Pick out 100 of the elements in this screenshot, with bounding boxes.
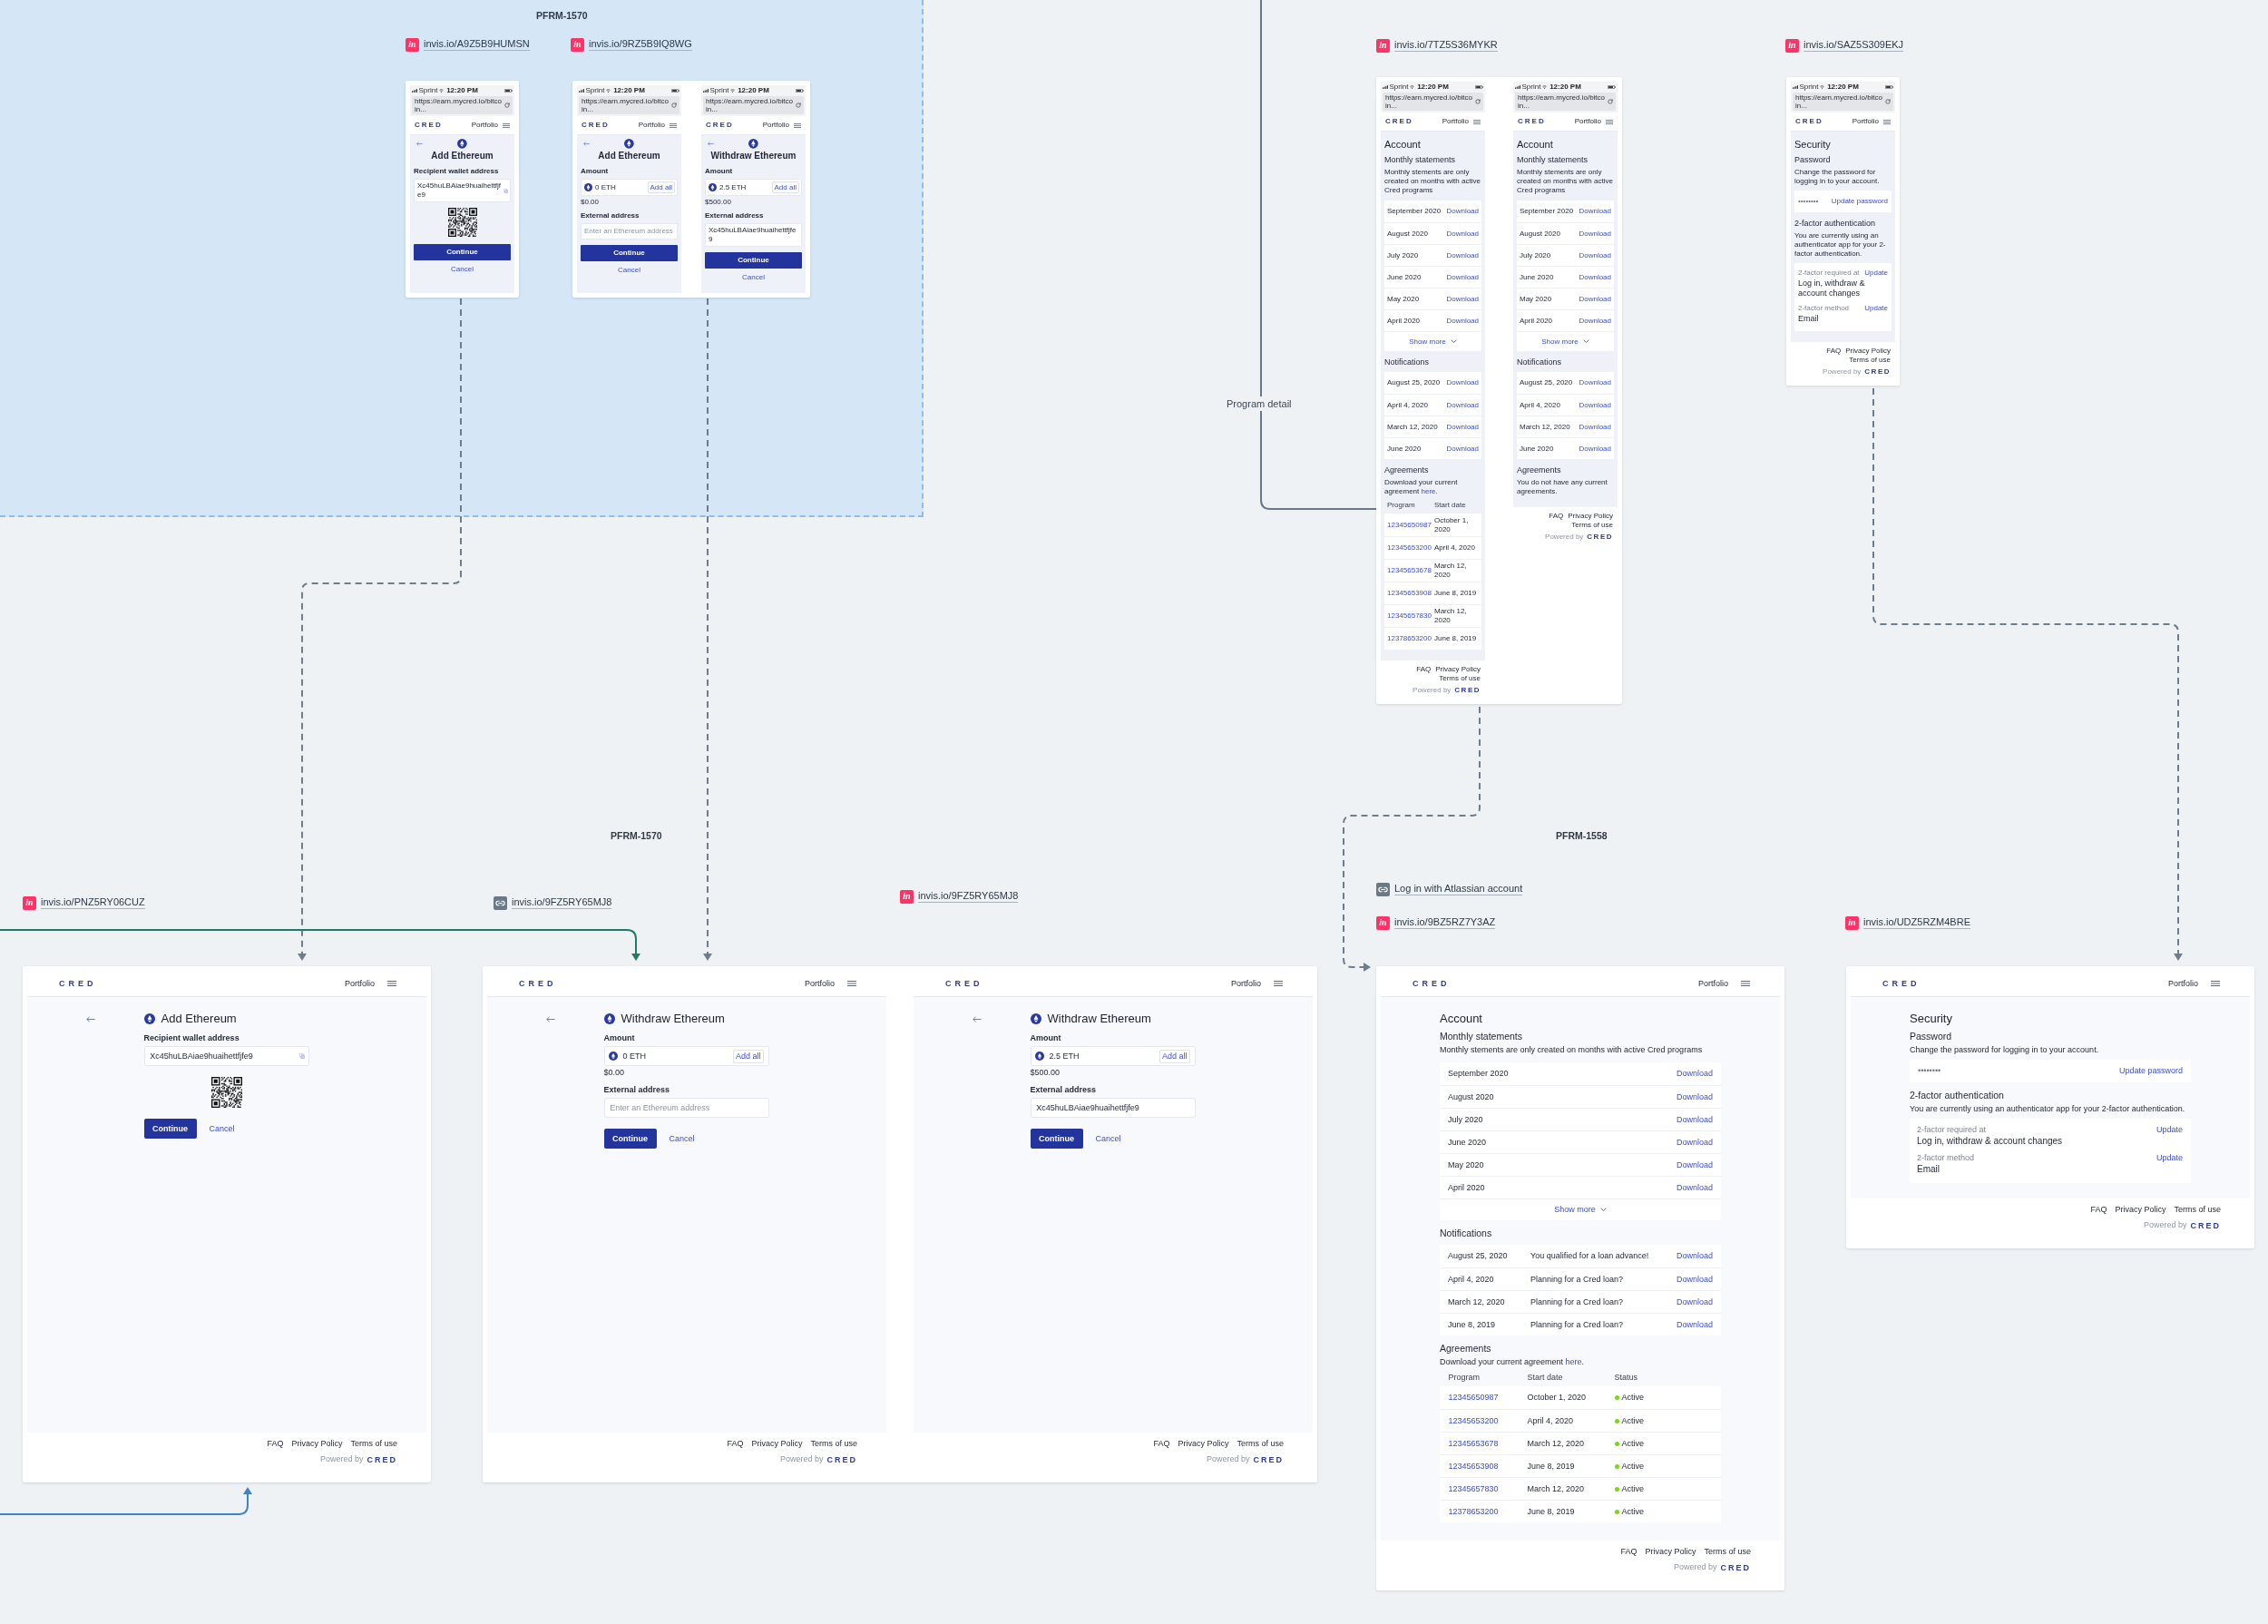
amount-field[interactable]: 2.5 ETH Add all: [1030, 1046, 1196, 1066]
prototype-link[interactable]: invis.io/9RZ5B9IQ8WG: [589, 38, 692, 51]
footer-link[interactable]: Privacy Policy: [1178, 1439, 1229, 1449]
back-arrow-icon[interactable]: [86, 1015, 95, 1022]
download-link[interactable]: Download: [1446, 378, 1479, 387]
prototype-link[interactable]: invis.io/9FZ5RY65MJ8: [512, 896, 612, 909]
continue-button[interactable]: Continue: [581, 245, 678, 261]
nav-link[interactable]: Portfolio: [471, 121, 498, 130]
footer-link[interactable]: FAQ: [267, 1439, 284, 1449]
nav-link[interactable]: Portfolio: [1574, 117, 1601, 126]
reload-icon[interactable]: [671, 103, 677, 108]
agreement-link[interactable]: here: [1565, 1357, 1582, 1366]
menu-icon[interactable]: [670, 122, 677, 128]
download-link[interactable]: Download: [1579, 422, 1611, 432]
program-link[interactable]: 12345653908: [1448, 1461, 1528, 1472]
menu-icon[interactable]: [1741, 981, 1750, 986]
address-field[interactable]: Xc45huLBAiae9huaihettfjfe9: [705, 223, 802, 247]
footer-link[interactable]: FAQ: [2090, 1205, 2107, 1215]
address-field[interactable]: Xc45huLBAiae9huaihettfjfe9: [143, 1046, 309, 1066]
continue-button[interactable]: Continue: [414, 244, 511, 260]
prototype-link[interactable]: invis.io/UDZ5RZM4BRE: [1863, 916, 1970, 929]
download-link[interactable]: Download: [1676, 1274, 1713, 1285]
cancel-link[interactable]: Cancel: [451, 265, 474, 274]
address-bar[interactable]: https://earn.mycred.io/bitcoin...: [703, 96, 804, 114]
prototype-link[interactable]: invis.io/9BZ5RZ7Y3AZ: [1394, 916, 1496, 929]
continue-button[interactable]: Continue: [143, 1119, 197, 1139]
address-field[interactable]: Xc45huLBAiae9huaihettfjfe9: [1030, 1098, 1196, 1118]
nav-link[interactable]: Portfolio: [1852, 117, 1879, 126]
footer-link[interactable]: Privacy Policy: [1845, 347, 1891, 356]
address-bar[interactable]: https://earn.mycred.io/bitcoin...: [1793, 93, 1893, 111]
show-more-button[interactable]: Show more: [1554, 1205, 1607, 1215]
download-link[interactable]: Download: [1676, 1251, 1713, 1261]
nav-link[interactable]: Portfolio: [1442, 117, 1469, 126]
download-link[interactable]: Download: [1676, 1137, 1713, 1148]
footer-link[interactable]: Terms of use: [1237, 1439, 1284, 1449]
menu-icon[interactable]: [503, 122, 510, 128]
reload-icon[interactable]: [1475, 99, 1481, 104]
footer-link[interactable]: Privacy Policy: [751, 1439, 803, 1449]
download-link[interactable]: Download: [1676, 1296, 1713, 1307]
address-bar[interactable]: https://earn.mycred.io/bitcoin...: [1383, 93, 1483, 111]
program-link[interactable]: 12345657830: [1448, 1483, 1528, 1494]
cancel-link[interactable]: Cancel: [618, 266, 640, 275]
cancel-link[interactable]: Cancel: [1095, 1133, 1121, 1144]
prototype-link[interactable]: invis.io/9FZ5RY65MJ8: [918, 890, 1019, 903]
address-bar[interactable]: https://earn.mycred.io/bitcoin...: [1515, 93, 1616, 111]
program-link[interactable]: 12345653200: [1387, 543, 1434, 553]
download-link[interactable]: Download: [1446, 294, 1479, 304]
back-arrow-icon[interactable]: [416, 142, 423, 146]
download-link[interactable]: Download: [1446, 229, 1479, 239]
footer-link[interactable]: Privacy Policy: [1645, 1547, 1696, 1557]
footer-link[interactable]: Terms of use: [1849, 356, 1891, 365]
footer-link[interactable]: Terms of use: [1571, 521, 1613, 530]
download-link[interactable]: Download: [1446, 400, 1479, 410]
footer-link[interactable]: Terms of use: [350, 1439, 397, 1449]
menu-icon[interactable]: [387, 981, 396, 986]
menu-icon[interactable]: [1883, 119, 1891, 124]
download-link[interactable]: Download: [1446, 272, 1479, 282]
footer-link[interactable]: FAQ: [1826, 347, 1842, 356]
footer-link[interactable]: FAQ: [1620, 1547, 1637, 1557]
footer-link[interactable]: FAQ: [1416, 665, 1432, 674]
nav-link[interactable]: Portfolio: [638, 121, 665, 130]
footer-link[interactable]: Terms of use: [1439, 674, 1481, 683]
program-link[interactable]: 12345653678: [1448, 1438, 1528, 1449]
amount-field[interactable]: 0 ETH Add all: [581, 179, 678, 196]
program-link[interactable]: 12345650987: [1448, 1393, 1528, 1403]
program-link[interactable]: 12345653908: [1387, 589, 1434, 598]
cancel-link[interactable]: Cancel: [209, 1123, 235, 1134]
footer-link[interactable]: Terms of use: [810, 1439, 857, 1449]
prototype-link[interactable]: invis.io/SAZ5S309EKJ: [1804, 39, 1904, 52]
add-all-button[interactable]: Add all: [733, 1049, 764, 1063]
continue-button[interactable]: Continue: [603, 1129, 657, 1149]
nav-link[interactable]: Portfolio: [804, 978, 835, 989]
footer-link[interactable]: Privacy Policy: [291, 1439, 343, 1449]
menu-icon[interactable]: [1606, 119, 1613, 124]
prototype-link[interactable]: invis.io/7TZ5S36MYKR: [1394, 39, 1498, 52]
address-field[interactable]: Xc45huLBAiae9huaihettfjfe9: [414, 179, 511, 202]
footer-link[interactable]: FAQ: [1153, 1439, 1170, 1449]
update-link[interactable]: Update: [2156, 1125, 2183, 1135]
download-link[interactable]: Download: [1676, 1182, 1713, 1193]
download-link[interactable]: Download: [1446, 207, 1479, 216]
add-all-button[interactable]: Add all: [647, 181, 675, 193]
footer-link[interactable]: Privacy Policy: [2115, 1205, 2166, 1215]
download-link[interactable]: Download: [1446, 250, 1479, 260]
download-link[interactable]: Download: [1676, 1069, 1713, 1079]
program-link[interactable]: 12345653678: [1387, 566, 1434, 575]
nav-link[interactable]: Portfolio: [1697, 978, 1728, 989]
nav-link[interactable]: Portfolio: [762, 121, 789, 130]
reload-icon[interactable]: [1885, 99, 1891, 104]
menu-icon[interactable]: [794, 122, 801, 128]
continue-button[interactable]: Continue: [705, 252, 802, 269]
prototype-link[interactable]: invis.io/A9Z5B9HUMSN: [424, 38, 530, 51]
download-link[interactable]: Download: [1579, 272, 1611, 282]
back-arrow-icon[interactable]: [708, 142, 714, 146]
download-link[interactable]: Download: [1579, 378, 1611, 387]
download-link[interactable]: Download: [1579, 444, 1611, 454]
program-link[interactable]: 12345653200: [1448, 1415, 1528, 1426]
download-link[interactable]: Download: [1579, 250, 1611, 260]
program-link[interactable]: 12378653200: [1387, 634, 1434, 643]
footer-link[interactable]: Privacy Policy: [1568, 512, 1613, 521]
address-bar[interactable]: https://earn.mycred.io/bitcoin...: [579, 96, 679, 114]
